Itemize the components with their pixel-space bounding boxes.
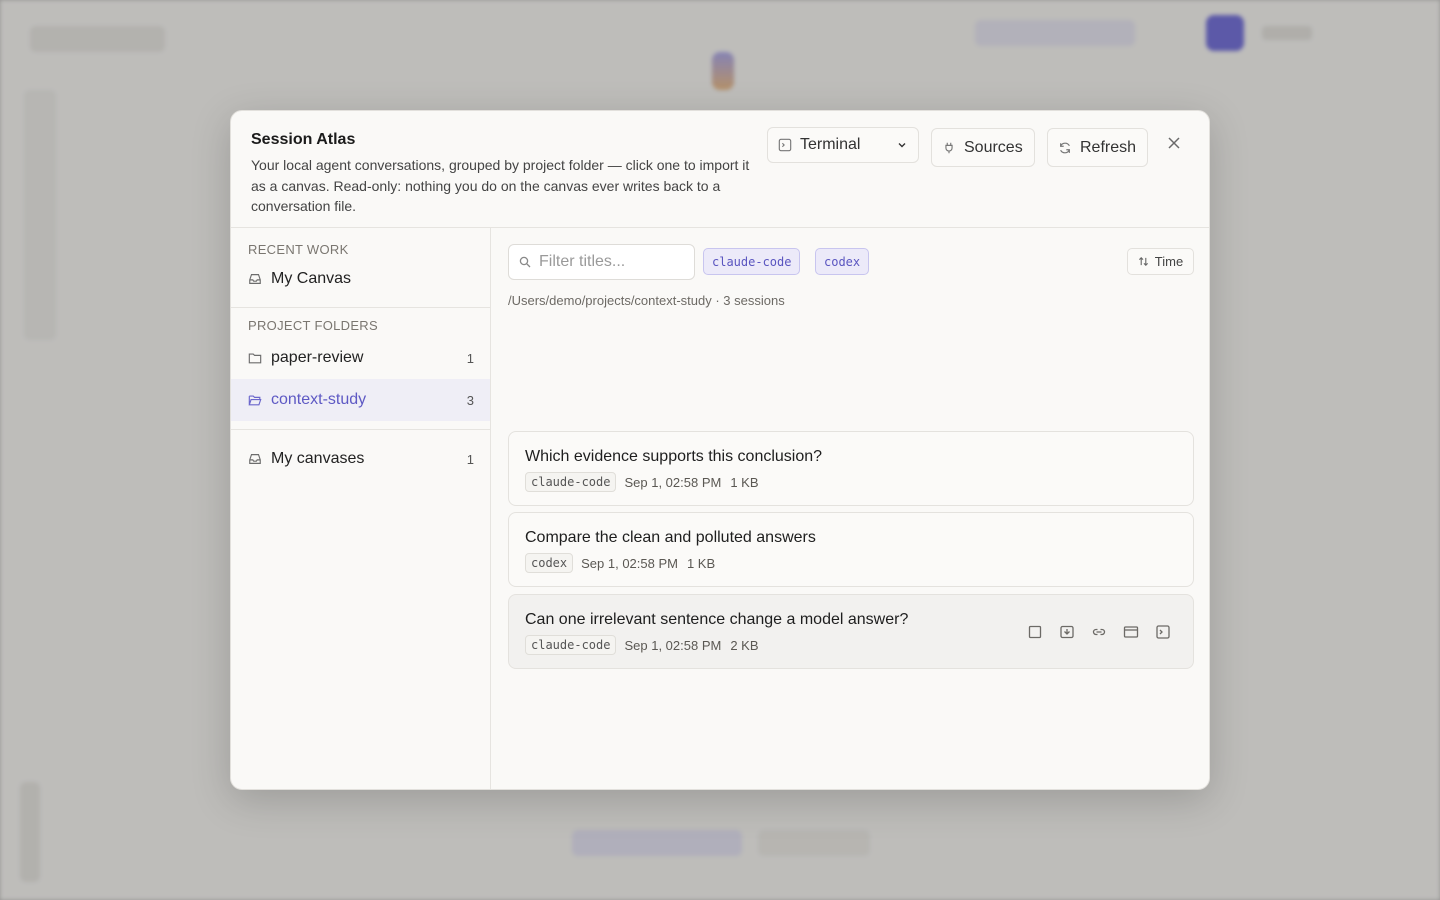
session-size: 1 KB [730,474,759,490]
sidebar-item-my-canvas[interactable]: My Canvas [231,258,490,300]
session-card[interactable]: Compare the clean and polluted answers c… [508,512,1194,587]
chevron-down-icon [898,143,906,148]
sidebar-item-label: My Canvas [271,270,352,287]
session-source-tag: claude-code [525,472,617,492]
sidebar-divider [231,307,490,308]
session-actions [1027,624,1171,640]
sidebar-item-label: context-study [271,391,367,408]
session-title: Can one irrelevant sentence change a mod… [525,611,909,628]
session-atlas-modal: Session Atlas Your local agent conversat… [230,110,1210,790]
session-meta: claude-code Sep 1, 02:58 PM 1 KB [525,472,759,492]
session-title: Which evidence supports this conclusion? [525,448,823,465]
link-icon[interactable] [1091,624,1107,640]
window-icon[interactable] [1123,624,1139,640]
session-source-tag: codex [525,553,574,573]
sidebar-divider [231,429,490,430]
refresh-button-label: Refresh [1080,138,1137,156]
refresh-button[interactable]: Refresh [1047,128,1148,167]
session-source-tag: claude-code [525,635,617,655]
close-icon[interactable] [1165,134,1183,152]
search-icon [519,256,531,268]
filter-titles-input[interactable] [539,253,679,271]
session-size: 1 KB [686,555,716,571]
session-card[interactable]: Can one irrelevant sentence change a mod… [508,594,1194,669]
modal-description: Your local agent conversations, grouped … [251,157,750,214]
folder-open-icon [248,395,262,406]
sidebar-item-my-canvases[interactable]: My canvases 1 [231,438,490,480]
sidebar-item-count: 3 [466,392,474,408]
import-icon[interactable] [1059,624,1075,640]
terminal-select-value: Terminal [800,136,861,153]
session-size: 2 KB [730,637,759,653]
filter-field[interactable] [508,244,695,280]
sidebar-item-label: My canvases [271,450,365,467]
sidebar-item-paper-review[interactable]: paper-review 1 [231,337,490,379]
session-meta: codex Sep 1, 02:58 PM 1 KB [525,553,715,573]
sidebar-item-count: 1 [466,451,474,467]
inbox-icon [249,454,261,464]
plug-icon [945,142,953,153]
session-time: Sep 1, 02:58 PM [581,555,678,571]
modal-title: Session Atlas [251,131,356,148]
terminal-icon[interactable] [1155,624,1171,640]
chip-codex[interactable]: codex [815,248,870,275]
session-time: Sep 1, 02:58 PM [624,474,722,490]
sort-icon [1138,257,1148,266]
square-icon[interactable] [1027,624,1043,640]
session-time: Sep 1, 02:58 PM [624,637,722,653]
chip-claude-code[interactable]: claude-code [703,248,801,275]
sidebar: RECENT WORK My Canvas PROJECT FOLDERS pa… [231,228,491,789]
modal-header: Session Atlas Your local agent conversat… [231,111,1209,228]
terminal-icon [778,138,792,152]
session-meta: claude-code Sep 1, 02:58 PM 2 KB [525,635,759,655]
sources-button[interactable]: Sources [931,128,1035,167]
recent-work-label: RECENT WORK [248,242,349,257]
folder-path: /Users/demo/projects/context-study · 3 s… [508,293,785,308]
sources-button-label: Sources [964,138,1023,156]
terminal-select[interactable]: Terminal [767,127,919,163]
inbox-icon [249,274,261,284]
main-panel: claude-code codex Time /Users/demo/proje… [492,228,1209,789]
sidebar-item-label: paper-review [271,349,364,366]
session-title: Compare the clean and polluted answers [525,529,816,546]
sidebar-item-context-study[interactable]: context-study 3 [231,379,490,421]
refresh-icon [1060,142,1070,153]
folder-icon [248,353,262,364]
session-card[interactable]: Which evidence supports this conclusion?… [508,431,1194,506]
project-folders-label: PROJECT FOLDERS [248,318,378,333]
sort-time-button[interactable]: Time [1127,248,1194,275]
sort-label: Time [1154,254,1184,269]
sidebar-item-count: 1 [466,350,474,366]
